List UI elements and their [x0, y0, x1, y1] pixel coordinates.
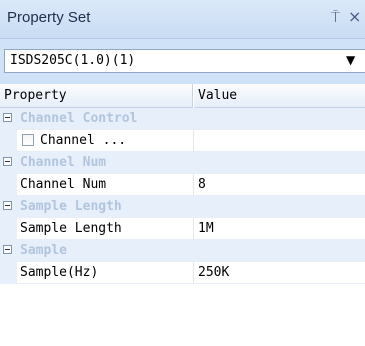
- property-grid: Property Value Channel Control Channel .…: [0, 84, 365, 346]
- column-divider: [193, 130, 194, 152]
- chevron-down-icon[interactable]: ▼: [346, 53, 355, 67]
- category-row-sample[interactable]: Sample: [0, 240, 365, 262]
- close-icon[interactable]: ×: [348, 7, 361, 26]
- category-label: Channel Num: [20, 155, 107, 170]
- property-name: Channel ...: [40, 133, 127, 148]
- property-row-channel-num[interactable]: Channel Num 8: [0, 174, 365, 196]
- column-header-property[interactable]: Property: [0, 84, 193, 108]
- property-value[interactable]: 1M: [198, 221, 214, 236]
- column-divider: [193, 262, 194, 284]
- column-header-value[interactable]: Value: [194, 84, 365, 108]
- panel-title: Property Set: [7, 9, 91, 26]
- column-divider: [193, 174, 194, 196]
- row-margin: [0, 218, 17, 240]
- column-divider: [193, 218, 194, 240]
- row-margin: [0, 262, 17, 284]
- category-label: Channel Control: [20, 111, 138, 126]
- property-name: Sample(Hz): [20, 265, 99, 280]
- selector-value: ISDS205C(1.0)(1): [10, 53, 136, 68]
- row-margin: [0, 174, 17, 196]
- category-label: Sample: [20, 243, 67, 258]
- panel-title-bar[interactable]: Property Set ⍑ ×: [0, 0, 365, 39]
- collapse-icon[interactable]: [3, 201, 12, 210]
- property-set-panel: Property Set ⍑ × ISDS205C(1.0)(1) ▼ Prop…: [0, 0, 365, 346]
- property-value[interactable]: 250K: [198, 265, 229, 280]
- property-row-sample-length[interactable]: Sample Length 1M: [0, 218, 365, 240]
- property-name: Sample Length: [20, 221, 122, 236]
- row-margin: [0, 130, 17, 152]
- property-row-channel[interactable]: Channel ...: [0, 130, 365, 152]
- collapse-icon[interactable]: [3, 113, 12, 122]
- category-row-sample-length[interactable]: Sample Length: [0, 196, 365, 218]
- property-name: Channel Num: [20, 177, 107, 192]
- property-value[interactable]: 8: [198, 177, 206, 192]
- property-row-sample-hz[interactable]: Sample(Hz) 250K: [0, 262, 365, 284]
- collapse-icon[interactable]: [3, 157, 12, 166]
- object-selector-dropdown[interactable]: ISDS205C(1.0)(1) ▼: [4, 49, 365, 73]
- collapse-icon[interactable]: [3, 245, 12, 254]
- category-label: Sample Length: [20, 199, 122, 214]
- channel-checkbox[interactable]: [22, 134, 34, 146]
- category-row-channel-control[interactable]: Channel Control: [0, 108, 365, 130]
- category-row-channel-num[interactable]: Channel Num: [0, 152, 365, 174]
- pin-icon[interactable]: ⍑: [331, 8, 340, 26]
